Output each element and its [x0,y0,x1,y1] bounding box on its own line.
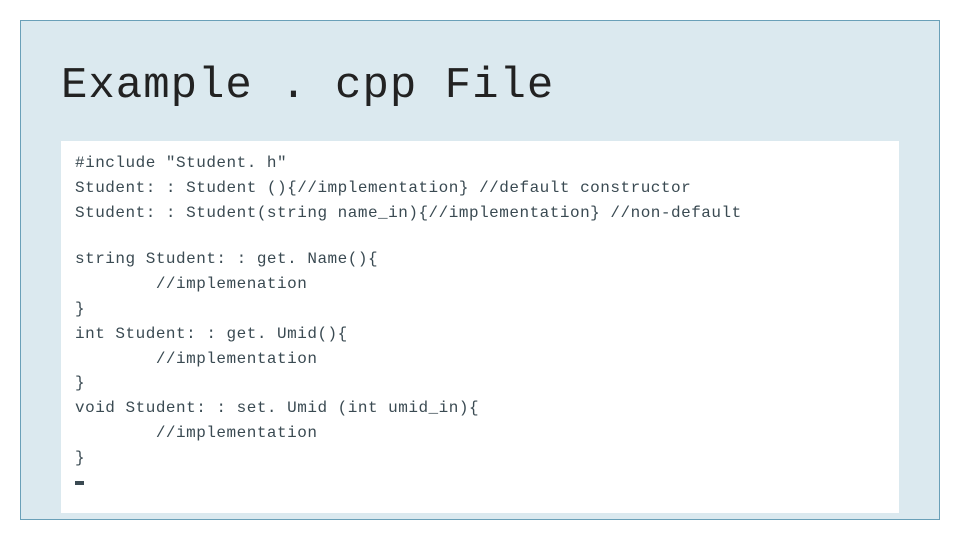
slide-title: Example . cpp File [61,61,899,111]
blank-line [75,225,885,247]
text-cursor [75,481,84,485]
code-line: #include "Student. h" [75,151,885,176]
code-line: //implementation [75,347,885,372]
code-line: } [75,446,885,471]
code-line: void Student: : set. Umid (int umid_in){ [75,396,885,421]
code-line: } [75,297,885,322]
code-line: } [75,371,885,396]
code-block: #include "Student. h"Student: : Student … [61,141,899,513]
slide-panel: Example . cpp File #include "Student. h"… [20,20,940,520]
code-line: //implementation [75,421,885,446]
code-line: Student: : Student(string name_in){//imp… [75,201,885,226]
code-line: //implemenation [75,272,885,297]
code-line: Student: : Student (){//implementation} … [75,176,885,201]
code-line: string Student: : get. Name(){ [75,247,885,272]
code-line: int Student: : get. Umid(){ [75,322,885,347]
slide-container: Example . cpp File #include "Student. h"… [0,0,960,540]
